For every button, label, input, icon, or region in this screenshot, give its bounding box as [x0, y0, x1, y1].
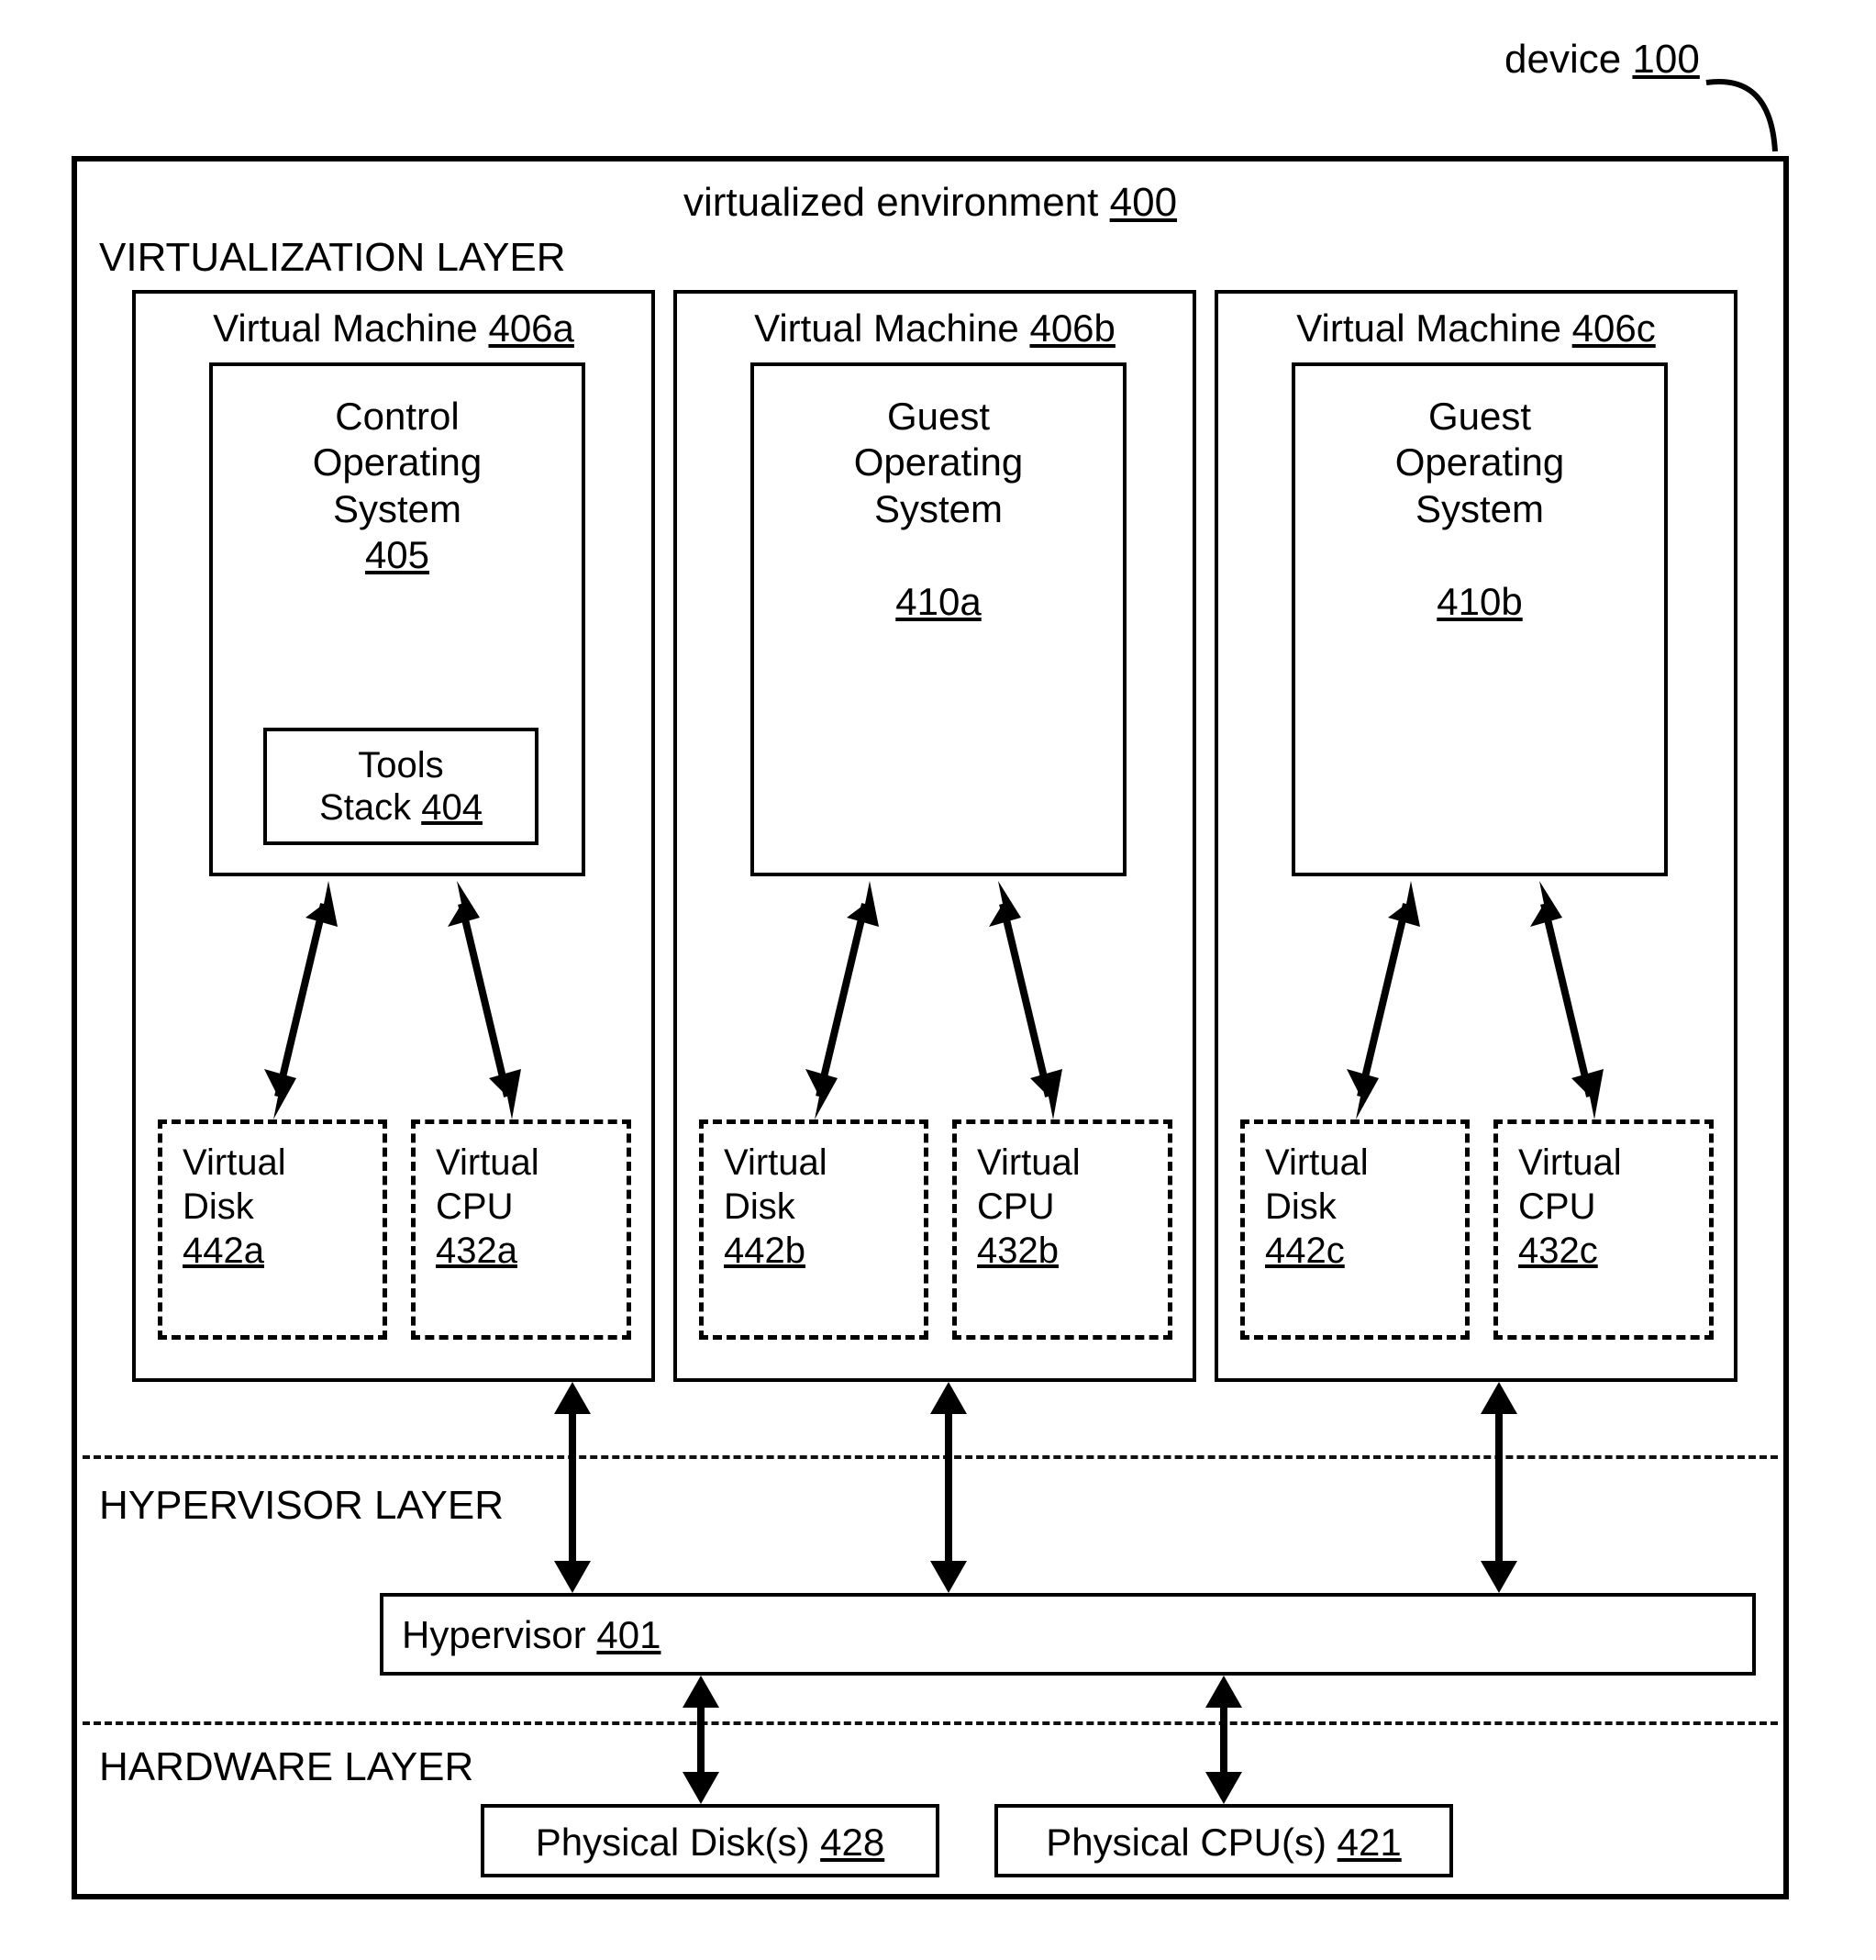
vm-b-vcpu-ref: 432b [977, 1231, 1059, 1271]
arrow-hyper-cpu [1196, 1676, 1251, 1804]
vm-b: Virtual Machine 406b Guest Operating Sys… [673, 290, 1196, 1382]
vm-c-os-text: Guest Operating System 410b [1295, 394, 1664, 625]
device-label-ref: 100 [1632, 37, 1699, 82]
vm-b-arrow-right [980, 881, 1071, 1119]
vm-c-os-l3: System [1415, 487, 1544, 530]
vm-a-os-l3: System [333, 487, 461, 530]
vm-a-vcpu: Virtual CPU 432a [411, 1119, 631, 1340]
vm-a-vdisk-l1: Virtual [183, 1142, 286, 1183]
tools-stack: Tools Stack 404 [263, 728, 538, 845]
vm-b-os-l1: Guest [887, 395, 990, 438]
vm-b-os: Guest Operating System 410a [750, 362, 1127, 876]
vm-a-os: Control Operating System 405 Tools Stack… [209, 362, 585, 876]
physical-cpu-box: Physical CPU(s) 421 [994, 1804, 1453, 1877]
vm-b-os-ref: 410a [895, 580, 981, 623]
hypervisor-text: Hypervisor [402, 1613, 586, 1656]
device-label-text: device [1504, 37, 1621, 82]
diagram-canvas: device 100 virtualized environment 400 V… [0, 0, 1876, 1960]
vm-b-vcpu-l2: CPU [977, 1186, 1054, 1227]
vm-c-os: Guest Operating System 410b [1292, 362, 1668, 876]
vm-b-vdisk-l1: Virtual [724, 1142, 827, 1183]
hypervisor-box: Hypervisor 401 [380, 1593, 1756, 1676]
vm-b-title-text: Virtual Machine [754, 306, 1019, 350]
hypervisor-ref: 401 [596, 1613, 660, 1656]
vm-a-vdisk: Virtual Disk 442a [158, 1119, 387, 1340]
vm-c-vcpu: Virtual CPU 432c [1493, 1119, 1714, 1340]
vm-b-os-text: Guest Operating System 410a [754, 394, 1123, 625]
environment-title: virtualized environment 400 [77, 180, 1783, 226]
vm-a-os-l2: Operating [313, 440, 482, 484]
vm-c-vdisk-l1: Virtual [1265, 1142, 1369, 1183]
vm-b-vcpu-l1: Virtual [977, 1142, 1081, 1183]
arrow-vm-c-hyper [1471, 1382, 1526, 1593]
vm-a-vcpu-l1: Virtual [436, 1142, 539, 1183]
vm-c-vdisk-ref: 442c [1265, 1231, 1345, 1271]
vm-a-vcpu-ref: 432a [436, 1231, 517, 1271]
vm-b-title: Virtual Machine 406b [677, 306, 1193, 351]
vm-c-arrow-right [1521, 881, 1613, 1119]
vm-a-os-l1: Control [335, 395, 459, 438]
hardware-layer-label: HARDWARE LAYER [99, 1744, 473, 1790]
physical-disk-ref: 428 [820, 1821, 884, 1864]
device-box: virtualized environment 400 VIRTUALIZATI… [72, 156, 1789, 1899]
vm-a-vcpu-l2: CPU [436, 1186, 513, 1227]
vm-c-title: Virtual Machine 406c [1218, 306, 1734, 351]
virtualization-layer-label: VIRTUALIZATION LAYER [99, 235, 566, 281]
physical-cpu-ref: 421 [1338, 1821, 1402, 1864]
hypervisor-layer-label: HYPERVISOR LAYER [99, 1483, 504, 1529]
vm-c-arrow-left [1338, 881, 1429, 1119]
vm-b-os-l3: System [874, 487, 1003, 530]
vm-c-vdisk-l2: Disk [1265, 1186, 1337, 1227]
tools-stack-l2-ref: 404 [421, 787, 483, 828]
vm-c-vcpu-l1: Virtual [1518, 1142, 1622, 1183]
vm-b-vcpu: Virtual CPU 432b [952, 1119, 1172, 1340]
env-title-ref: 400 [1110, 180, 1177, 225]
physical-disk-text: Physical Disk(s) [536, 1821, 810, 1864]
env-title-text: virtualized environment [683, 180, 1098, 225]
vm-c-vcpu-l2: CPU [1518, 1186, 1595, 1227]
vm-c-vdisk: Virtual Disk 442c [1240, 1119, 1470, 1340]
vm-c-title-text: Virtual Machine [1296, 306, 1561, 350]
vm-b-os-l2: Operating [854, 440, 1023, 484]
vm-c-os-ref: 410b [1437, 580, 1522, 623]
vm-a-os-ref: 405 [365, 533, 429, 576]
vm-a-arrow-right [438, 881, 530, 1119]
vm-a-title-ref: 406a [488, 306, 573, 350]
vm-c-os-l2: Operating [1395, 440, 1564, 484]
vm-b-vdisk: Virtual Disk 442b [699, 1119, 928, 1340]
arrow-vm-b-hyper [921, 1382, 976, 1593]
callout-curve [1697, 46, 1807, 156]
vm-a-vdisk-l2: Disk [183, 1186, 254, 1227]
vm-a-arrow-left [255, 881, 347, 1119]
device-label: device 100 [1504, 37, 1700, 83]
vm-b-vdisk-l2: Disk [724, 1186, 795, 1227]
divider-hyper-hw [83, 1721, 1778, 1725]
vm-c: Virtual Machine 406c Guest Operating Sys… [1215, 290, 1737, 1382]
vm-a-os-text: Control Operating System 405 [213, 394, 582, 579]
tools-stack-l1: Tools [358, 745, 443, 785]
physical-cpu-text: Physical CPU(s) [1046, 1821, 1327, 1864]
vm-b-arrow-left [796, 881, 888, 1119]
vm-c-os-l1: Guest [1428, 395, 1531, 438]
arrow-hyper-disk [673, 1676, 728, 1804]
physical-disk-box: Physical Disk(s) 428 [481, 1804, 939, 1877]
tools-stack-l2-text: Stack [319, 787, 411, 828]
arrow-vm-a-hyper [545, 1382, 600, 1593]
vm-a-title: Virtual Machine 406a [136, 306, 651, 351]
vm-c-vcpu-ref: 432c [1518, 1231, 1598, 1271]
vm-c-title-ref: 406c [1572, 306, 1656, 350]
vm-b-vdisk-ref: 442b [724, 1231, 805, 1271]
vm-b-title-ref: 406b [1029, 306, 1115, 350]
vm-a-vdisk-ref: 442a [183, 1231, 264, 1271]
vm-a-title-text: Virtual Machine [213, 306, 478, 350]
vm-a: Virtual Machine 406a Control Operating S… [132, 290, 655, 1382]
